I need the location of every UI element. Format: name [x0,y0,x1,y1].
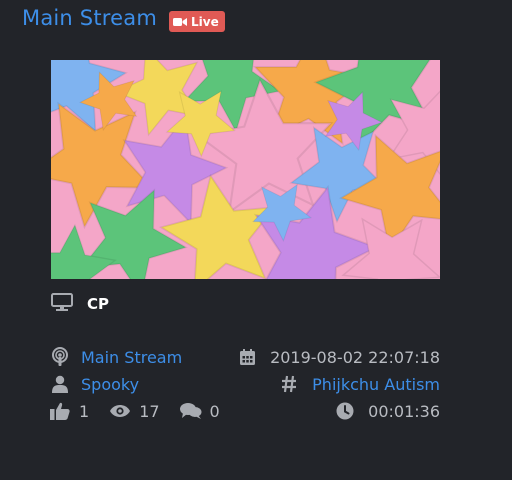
stream-tag: Phijkchu Autism [278,372,440,396]
stream-thumbnail[interactable] [51,60,440,279]
live-label: Live [191,14,219,29]
comments-icon [179,400,202,422]
channel-name: CP [87,295,110,313]
tag-link[interactable]: Phijkchu Autism [312,375,440,394]
stream-name-link[interactable]: Main Stream [81,348,182,367]
stream-title-link[interactable]: Main Stream [22,6,157,30]
eye-icon [109,400,131,422]
stream-duration: 00:01:36 [334,399,440,423]
views-count: 17 [139,401,160,421]
calendar-icon [236,346,258,368]
date-value: 2019-08-02 22:07:18 [270,347,440,367]
thumbs-up-icon [49,400,71,422]
monitor-icon [51,293,73,315]
clock-icon [334,400,356,422]
podcast-icon [49,346,71,368]
hashtag-icon [278,373,300,395]
channel-row: CP [51,292,109,316]
comments-count: 0 [209,401,220,421]
video-camera-icon [173,17,187,27]
user-link[interactable]: Spooky [81,375,139,394]
stream-date: 2019-08-02 22:07:18 [236,345,440,369]
user-icon [49,373,71,395]
stream-source: Main Stream [49,345,182,369]
live-badge: Live [169,11,225,32]
stream-user: Spooky [49,372,139,396]
stream-stats: 1 17 0 [49,399,220,423]
duration-value: 00:01:36 [368,401,440,421]
likes-count: 1 [79,401,90,421]
